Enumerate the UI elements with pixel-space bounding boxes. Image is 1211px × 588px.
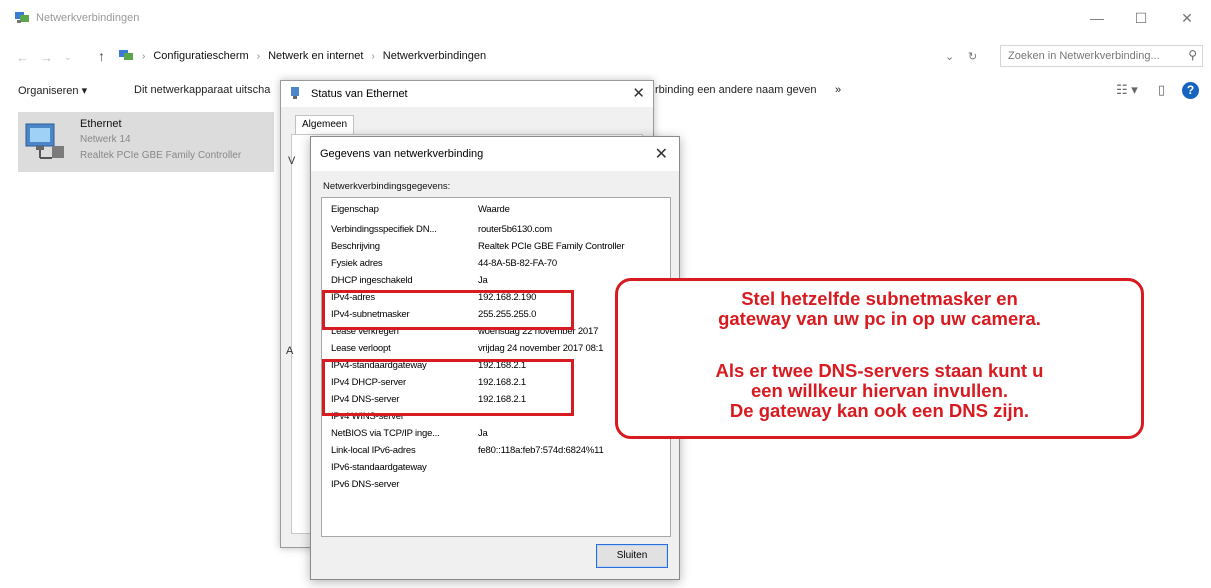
close-dialog-button[interactable]: Sluiten <box>596 544 668 568</box>
callout-line: De gateway kan ook een DNS zijn. <box>729 400 1030 421</box>
breadcrumb-separator: › <box>371 50 375 62</box>
property-cell: DHCP ingeschakeld <box>331 275 413 286</box>
breadcrumb: › Configuratiescherm › Netwerk en intern… <box>142 50 486 62</box>
window-title: Netwerkverbindingen <box>36 12 140 24</box>
more-commands-button[interactable]: » <box>835 84 841 96</box>
details-dialog-title: Gegevens van netwerkverbinding <box>320 148 484 160</box>
forward-arrow-icon[interactable]: → <box>40 50 53 65</box>
recent-dropdown-icon[interactable]: ⌄ <box>64 52 72 63</box>
search-input[interactable]: Zoeken in Netwerkverbinding... ⚲ <box>1000 45 1203 67</box>
table-row[interactable]: Beschrijving Realtek PCIe GBE Family Cont… <box>322 239 670 255</box>
breadcrumb-separator: › <box>256 50 261 62</box>
connection-network: Netwerk 14 <box>80 134 131 145</box>
ipv4-address-subnet-highlight <box>322 290 574 330</box>
property-cell: Lease verloopt <box>331 343 391 354</box>
breadcrumb-item[interactable]: Netwerk en internet <box>268 50 363 62</box>
instruction-callout: Stel hetzelfde subnetmasker en gateway v… <box>615 278 1144 439</box>
property-cell: Verbindingsspecifiek DN... <box>331 224 437 235</box>
connection-name: Ethernet <box>80 118 122 130</box>
details-header-row: Eigenschap Waarde <box>322 202 670 218</box>
table-row[interactable]: Link-local IPv6-adres fe80::118a:feb7:574… <box>322 443 670 459</box>
close-window-button[interactable]: ✕ <box>1177 8 1197 28</box>
value-cell: 44-8A-5B-82-FA-70 <box>478 258 557 269</box>
callout-paragraph: Stel hetzelfde subnetmasker en gateway v… <box>618 289 1141 329</box>
address-bar-row: ← → ⌄ ↑ › Configuratiescherm › Netwerk e… <box>0 42 1211 72</box>
details-section-label: Netwerkverbindingsgegevens: <box>323 181 451 192</box>
details-dialog-titlebar: Gegevens van netwerkverbinding ✕ <box>311 137 679 171</box>
control-panel-icon <box>119 50 133 60</box>
status-label-fragment: A <box>286 345 294 357</box>
window-titlebar: Netwerkverbindingen — ☐ ✕ <box>0 0 1211 40</box>
callout-line: Stel hetzelfde subnetmasker en <box>741 288 1018 309</box>
back-arrow-icon[interactable]: ← <box>16 50 29 65</box>
table-row[interactable]: IPv6-standaardgateway <box>322 460 670 476</box>
up-arrow-icon[interactable]: ↑ <box>98 48 105 64</box>
value-cell: router5b6130.com <box>478 224 552 235</box>
value-cell: Realtek PCIe GBE Family Controller <box>478 241 625 252</box>
breadcrumb-item[interactable]: Configuratiescherm <box>153 50 248 62</box>
maximize-button[interactable]: ☐ <box>1131 8 1151 28</box>
ethernet-connection-item[interactable]: Ethernet Netwerk 14 Realtek PCIe GBE Fam… <box>18 112 274 172</box>
organize-button[interactable]: Organiseren ▾ <box>18 84 87 97</box>
table-row[interactable]: IPv6 DNS-server <box>322 477 670 493</box>
table-row[interactable]: Fysiek adres 44-8A-5B-82-FA-70 <box>322 256 670 272</box>
details-close-icon[interactable]: ✕ <box>655 144 668 164</box>
property-cell: IPv6-standaardgateway <box>331 462 427 473</box>
refresh-icon[interactable]: ↻ <box>968 50 977 63</box>
minimize-button[interactable]: — <box>1087 8 1107 28</box>
ethernet-adapter-icon <box>25 123 64 159</box>
connection-adapter: Realtek PCIe GBE Family Controller <box>80 150 242 161</box>
property-cell: Beschrijving <box>331 241 380 252</box>
status-dialog-titlebar: Status van Ethernet ✕ <box>281 81 653 107</box>
property-cell: IPv6 DNS-server <box>331 479 400 490</box>
column-header-value[interactable]: Waarde <box>478 204 664 215</box>
property-cell: NetBIOS via TCP/IP inge... <box>331 428 440 439</box>
disable-device-button[interactable]: Dit netwerkapparaat uitscha <box>134 84 270 96</box>
column-header-property[interactable]: Eigenschap <box>331 204 465 215</box>
table-row[interactable]: Verbindingsspecifiek DN... router5b6130.c… <box>322 222 670 238</box>
network-connections-icon <box>15 12 29 23</box>
status-close-icon[interactable]: ✕ <box>632 84 645 102</box>
tab-general[interactable]: Algemeen <box>295 115 355 135</box>
ethernet-status-icon <box>291 87 299 99</box>
search-placeholder: Zoeken in Netwerkverbinding... <box>1008 50 1160 62</box>
status-label-fragment: V <box>288 155 296 167</box>
help-button[interactable]: ? <box>1182 82 1199 99</box>
property-cell: Fysiek adres <box>331 258 383 269</box>
property-cell: Link-local IPv6-adres <box>331 445 416 456</box>
callout-line: een willkeur hiervan invullen. <box>750 380 1009 401</box>
search-icon: ⚲ <box>1188 48 1197 62</box>
status-dialog-title: Status van Ethernet <box>311 88 408 100</box>
gateway-dhcp-dns-highlight <box>322 359 574 416</box>
callout-line: Als er twee DNS-servers staan kunt u <box>715 360 1044 381</box>
rename-connection-button[interactable]: rbinding een andere naam geven <box>655 84 816 96</box>
preview-pane-button[interactable]: ▯ <box>1158 82 1165 98</box>
callout-paragraph: Als er twee DNS-servers staan kunt u een… <box>618 361 1141 421</box>
breadcrumb-separator: › <box>142 50 146 62</box>
address-dropdown-icon[interactable]: ⌄ <box>945 50 954 63</box>
breadcrumb-item[interactable]: Netwerkverbindingen <box>383 50 486 62</box>
change-view-button[interactable]: ☷ ▾ <box>1116 82 1138 98</box>
callout-line: gateway van uw pc in op uw camera. <box>718 308 1041 329</box>
value-cell: fe80::118a:feb7:574d:6824%11 <box>478 445 604 456</box>
